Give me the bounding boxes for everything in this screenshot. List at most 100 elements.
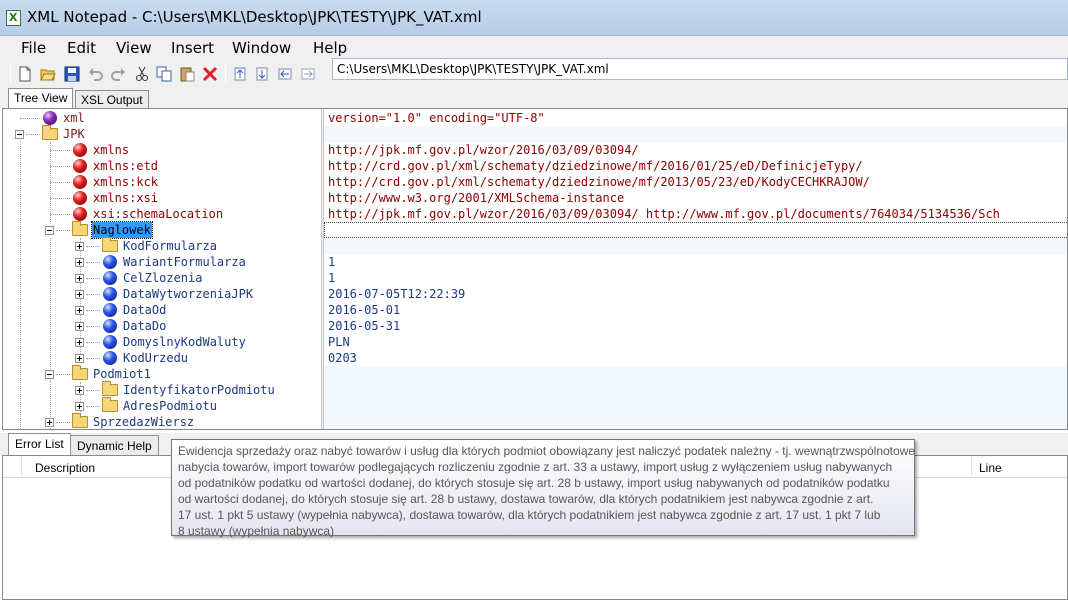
tooltip-line: 8 ustawy (wypełnia nabywca): [178, 524, 335, 538]
processing-instruction-icon: [43, 111, 57, 125]
menu-edit[interactable]: Edit: [67, 39, 96, 57]
column-divider[interactable]: [971, 456, 972, 478]
tree-node-label: JPK: [63, 127, 85, 141]
open-icon[interactable]: [40, 66, 56, 82]
tree-node-label: WariantFormularza: [123, 255, 246, 269]
tree-node-attribute[interactable]: xmlns:etd: [3, 158, 321, 174]
value-cell[interactable]: 2016-05-01: [328, 302, 400, 318]
menu-insert[interactable]: Insert: [171, 39, 214, 57]
tree-pane[interactable]: xml JPK xmlns xmlns:etd xmlns:kck xmlns:…: [3, 109, 321, 429]
value-cell[interactable]: http://crd.gov.pl/xml/schematy/dziedzino…: [328, 174, 870, 190]
tooltip-line: Ewidencja sprzedaży oraz nabyć towarów i…: [178, 444, 916, 458]
collapse-toggle[interactable]: [45, 226, 54, 235]
value-cell-selected[interactable]: [324, 222, 1067, 238]
value-cell[interactable]: 1: [328, 254, 335, 270]
column-line[interactable]: Line: [979, 461, 1002, 475]
value-cell[interactable]: [324, 366, 1067, 429]
folder-icon: [72, 365, 88, 380]
value-cell[interactable]: http://jpk.mf.gov.pl/wzor/2016/03/09/030…: [328, 142, 639, 158]
value-cell[interactable]: PLN: [328, 334, 350, 350]
tree-node-podmiot1[interactable]: Podmiot1: [3, 365, 321, 382]
nudge-left-icon[interactable]: [277, 66, 293, 82]
tree-node-label: xmlns:xsi: [93, 191, 159, 205]
expand-toggle[interactable]: [75, 354, 84, 363]
tree-node-element[interactable]: WariantFormularza: [3, 254, 321, 270]
folder-icon: [72, 413, 88, 428]
new-icon[interactable]: [17, 66, 33, 82]
column-divider[interactable]: [21, 456, 22, 478]
tab-xsl-output[interactable]: XSL Output: [75, 90, 149, 108]
value-cell[interactable]: version="1.0" encoding="UTF-8": [328, 110, 545, 126]
value-cell[interactable]: 1: [328, 270, 335, 286]
tab-tree-view[interactable]: Tree View: [8, 88, 74, 108]
tree-node-element[interactable]: KodUrzedu: [3, 350, 321, 366]
text-element-icon: [103, 271, 117, 285]
tree-node-element[interactable]: DataWytworzeniaJPK: [3, 286, 321, 302]
expand-toggle[interactable]: [75, 242, 84, 251]
file-path-field[interactable]: C:\Users\MKL\Desktop\JPK\TESTY\JPK_VAT.x…: [332, 58, 1068, 80]
tree-node-attribute[interactable]: xsi:schemaLocation: [3, 206, 321, 222]
tree-node-label: DomyslnyKodWaluty: [123, 335, 246, 349]
paste-icon[interactable]: [179, 66, 195, 82]
tab-dynamic-help[interactable]: Dynamic Help: [70, 435, 159, 455]
tree-node-element[interactable]: DataDo: [3, 318, 321, 334]
tree-node-attribute[interactable]: xmlns: [3, 142, 321, 158]
tooltip-line: od podatników podatku od wartości dodane…: [178, 476, 890, 490]
collapse-toggle[interactable]: [15, 130, 24, 139]
value-cell[interactable]: http://jpk.mf.gov.pl/wzor/2016/03/09/030…: [328, 206, 1000, 222]
value-cell[interactable]: 2016-05-31: [328, 318, 400, 334]
text-element-icon: [103, 335, 117, 349]
menu-view[interactable]: View: [116, 39, 152, 57]
copy-icon[interactable]: [156, 66, 172, 82]
value-pane[interactable]: version="1.0" encoding="UTF-8" http://jp…: [324, 109, 1067, 429]
menu-help[interactable]: Help: [313, 39, 347, 57]
value-cell[interactable]: 2016-07-05T12:22:39: [328, 286, 465, 302]
menu-bar: File Edit View Insert Window Help: [0, 36, 1068, 60]
undo-icon[interactable]: [88, 66, 104, 82]
menu-window[interactable]: Window: [232, 39, 291, 57]
value-cell[interactable]: [324, 238, 1067, 254]
tree-node-element[interactable]: DomyslnyKodWaluty: [3, 334, 321, 350]
nudge-right-icon[interactable]: [300, 66, 316, 82]
nudge-down-icon[interactable]: [254, 66, 270, 82]
tree-node-jpk[interactable]: JPK: [3, 125, 321, 142]
value-cell[interactable]: 0203: [328, 350, 357, 366]
tree-node-label: KodFormularza: [123, 239, 217, 253]
expand-toggle[interactable]: [75, 306, 84, 315]
expand-toggle[interactable]: [75, 274, 84, 283]
expand-toggle[interactable]: [75, 386, 84, 395]
value-cell[interactable]: http://www.w3.org/2001/XMLSchema-instanc…: [328, 190, 624, 206]
menu-file[interactable]: File: [21, 39, 46, 57]
expand-toggle[interactable]: [45, 418, 54, 427]
cut-icon[interactable]: [134, 66, 150, 82]
tree-node-label: xml: [63, 111, 85, 125]
value-cell[interactable]: http://crd.gov.pl/xml/schematy/dziedzino…: [328, 158, 863, 174]
value-cell[interactable]: [324, 126, 1067, 142]
nudge-up-icon[interactable]: [232, 66, 248, 82]
delete-icon[interactable]: [202, 66, 218, 82]
expand-toggle[interactable]: [75, 290, 84, 299]
tree-node-attribute[interactable]: xmlns:kck: [3, 174, 321, 190]
column-description[interactable]: Description: [35, 461, 95, 475]
tab-error-list[interactable]: Error List: [8, 433, 71, 455]
tree-node-element[interactable]: CelZlozenia: [3, 270, 321, 286]
expand-toggle[interactable]: [75, 322, 84, 331]
tree-node-naglowek[interactable]: Naglowek: [3, 221, 321, 239]
save-icon[interactable]: [64, 66, 80, 82]
folder-icon: [42, 125, 58, 140]
tree-node-element[interactable]: IdentyfikatorPodmiotu: [3, 381, 321, 398]
tree-node-xml[interactable]: xml: [3, 110, 321, 126]
tree-node-element[interactable]: SprzedazWiersz: [3, 413, 321, 429]
expand-toggle[interactable]: [75, 338, 84, 347]
tree-node-attribute[interactable]: xmlns:xsi: [3, 190, 321, 206]
redo-icon[interactable]: [110, 66, 126, 82]
expand-toggle[interactable]: [75, 402, 84, 411]
attribute-icon: [73, 143, 87, 157]
expand-toggle[interactable]: [75, 258, 84, 267]
collapse-toggle[interactable]: [45, 370, 54, 379]
toolbar-grip: [10, 65, 11, 83]
tree-node-element[interactable]: DataOd: [3, 302, 321, 318]
folder-icon: [72, 221, 88, 236]
tree-node-element[interactable]: AdresPodmiotu: [3, 397, 321, 414]
tree-node-element[interactable]: KodFormularza: [3, 237, 321, 254]
